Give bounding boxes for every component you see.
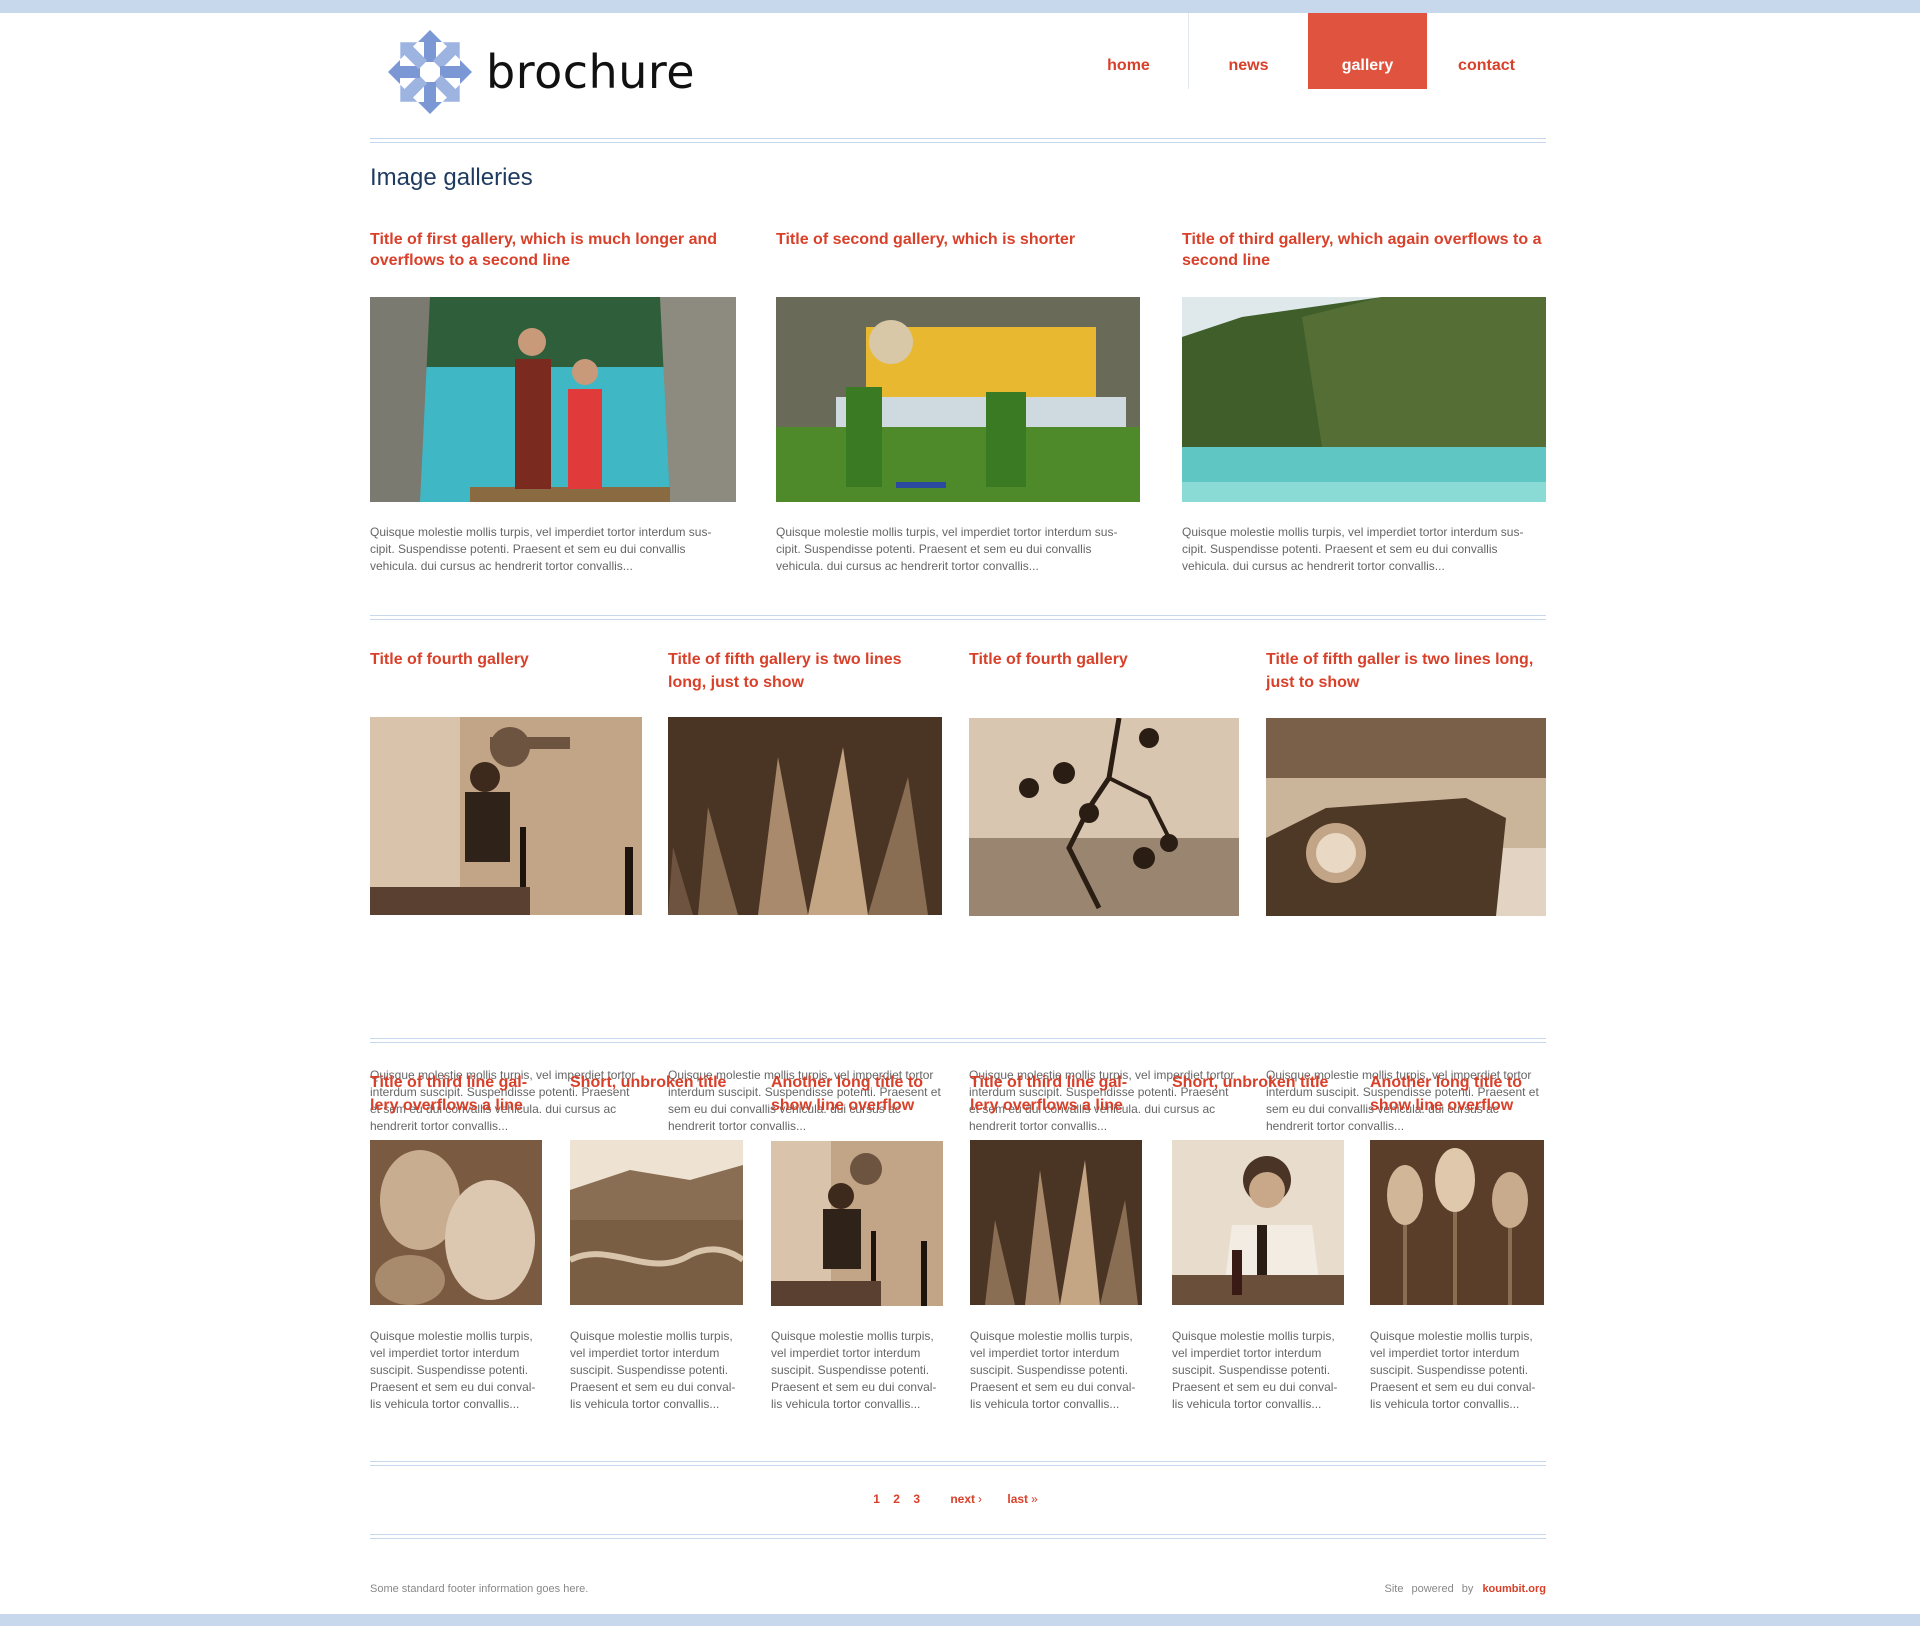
page-link-1[interactable]: 1 (873, 1492, 880, 1506)
row-divider (370, 1461, 1546, 1466)
page-link-2[interactable]: 2 (893, 1492, 900, 1506)
gallery-item: Short, unbroken title Quisque molestie m… (1172, 1071, 1344, 1411)
gallery-title[interactable]: Title of third line gal-lery overflows a… (970, 1071, 1142, 1117)
snowflake-logo-icon (388, 30, 472, 114)
gallery-item: Title of third line gal-lery overflows a… (370, 1071, 542, 1411)
gallery-thumbnail[interactable] (776, 297, 1140, 502)
gallery-title[interactable]: Title of third line gal-lery overflows a… (370, 1071, 542, 1117)
gallery-description: Quisque molestie mollis turpis, vel impe… (1172, 1329, 1338, 1411)
gallery-title[interactable]: Title of fourth gallery (969, 648, 1239, 671)
next-label: next (950, 1492, 976, 1506)
bottom-accent-bar (0, 1614, 1920, 1626)
page-link-3[interactable]: 3 (913, 1492, 920, 1506)
main-nav: home news gallery contact (1069, 13, 1546, 89)
gallery-description: Quisque molestie mollis turpis, vel impe… (771, 1329, 937, 1411)
page-wrapper: brochure home news gallery contact Image… (370, 0, 1546, 1614)
gallery-thumbnail[interactable] (370, 717, 642, 915)
gallery-title[interactable]: Title of third gallery, which again over… (1182, 229, 1546, 271)
gallery-thumbnail[interactable] (370, 297, 736, 502)
gallery-thumbnail[interactable] (370, 1140, 542, 1305)
site-name: brochure (486, 45, 696, 99)
site-logo[interactable]: brochure (388, 30, 695, 114)
nav-gallery[interactable]: gallery (1308, 13, 1427, 89)
gallery-thumbnail[interactable] (668, 717, 942, 915)
gallery-item: Another long title to show line overflow… (771, 1071, 943, 1411)
gallery-title[interactable]: Title of fifth galler is two lines long,… (1266, 648, 1546, 694)
nav-contact[interactable]: contact (1427, 13, 1546, 89)
gallery-description: Quisque molestie mollis turpis, vel impe… (1182, 525, 1524, 573)
row-divider (370, 1038, 1546, 1043)
footer-info: Some standard footer information goes he… (370, 1583, 589, 1595)
gallery-title[interactable]: Another long title to show line overflow (1370, 1071, 1546, 1117)
pagination: 1 2 3 next › last» (370, 1492, 1546, 1506)
gallery-description: Quisque molestie mollis turpis, vel impe… (370, 525, 712, 573)
nav-news[interactable]: news (1188, 13, 1308, 89)
row-divider (370, 615, 1546, 620)
gallery-title[interactable]: Title of first gallery, which is much lo… (370, 229, 736, 271)
gallery-item: Title of fourth gallery Quisque molestie… (969, 648, 1239, 1133)
gallery-thumbnail[interactable] (969, 718, 1239, 916)
gallery-description: Quisque molestie mollis turpis, vel impe… (370, 1329, 536, 1411)
gallery-item: Title of fifth gallery is two lines long… (668, 648, 942, 1133)
last-page-link[interactable]: last» (1007, 1492, 1042, 1506)
nav-home[interactable]: home (1069, 13, 1188, 89)
next-page-link[interactable]: next › (950, 1492, 987, 1506)
gallery-thumbnail[interactable] (570, 1140, 743, 1305)
gallery-title[interactable]: Title of fourth gallery (370, 648, 642, 671)
gallery-description: Quisque molestie mollis turpis, vel impe… (1370, 1329, 1536, 1411)
koumbit-link[interactable]: koumbit.org (1482, 1583, 1546, 1595)
last-label: last (1007, 1492, 1029, 1506)
gallery-description: Quisque molestie mollis turpis, vel impe… (970, 1329, 1136, 1411)
gallery-title[interactable]: Short, unbroken title (570, 1071, 743, 1094)
gallery-item: Title of fourth gallery Quisque molestie… (370, 648, 642, 1133)
gallery-item: Another long title to show line overflow… (1370, 1071, 1546, 1411)
gallery-thumbnail[interactable] (1370, 1140, 1544, 1305)
powered-by-text: Site powered by (1384, 1583, 1474, 1595)
gallery-title[interactable]: Title of second gallery, which is shorte… (776, 229, 1140, 250)
gallery-thumbnail[interactable] (1182, 297, 1546, 502)
gallery-item: Title of third line gal-lery overflows a… (970, 1071, 1142, 1411)
gallery-title[interactable]: Short, unbroken title (1172, 1071, 1344, 1094)
footer-divider (370, 1534, 1546, 1539)
gallery-thumbnail[interactable] (970, 1140, 1142, 1305)
gallery-item: Title of third gallery, which again over… (1182, 229, 1546, 573)
gallery-thumbnail[interactable] (1266, 718, 1546, 916)
gallery-title[interactable]: Another long title to show line overflow (771, 1071, 943, 1117)
double-chevron-right-icon: » (1031, 1492, 1038, 1506)
gallery-item: Title of fifth galler is two lines long,… (1266, 648, 1546, 1133)
chevron-right-icon: › (978, 1492, 983, 1506)
gallery-description: Quisque molestie mollis turpis, vel impe… (776, 525, 1118, 573)
gallery-description: Quisque molestie mollis turpis, vel impe… (570, 1329, 736, 1411)
gallery-title[interactable]: Title of fifth gallery is two lines long… (668, 648, 942, 694)
gallery-item: Title of first gallery, which is much lo… (370, 229, 736, 573)
footer-credit: Site powered by koumbit.org (1384, 1583, 1546, 1595)
page-title: Image galleries (370, 164, 533, 191)
gallery-thumbnail[interactable] (1172, 1140, 1344, 1305)
header-divider (370, 138, 1546, 143)
gallery-item: Short, unbroken title Quisque molestie m… (570, 1071, 743, 1411)
gallery-thumbnail[interactable] (771, 1141, 943, 1306)
gallery-item: Title of second gallery, which is shorte… (776, 229, 1140, 573)
